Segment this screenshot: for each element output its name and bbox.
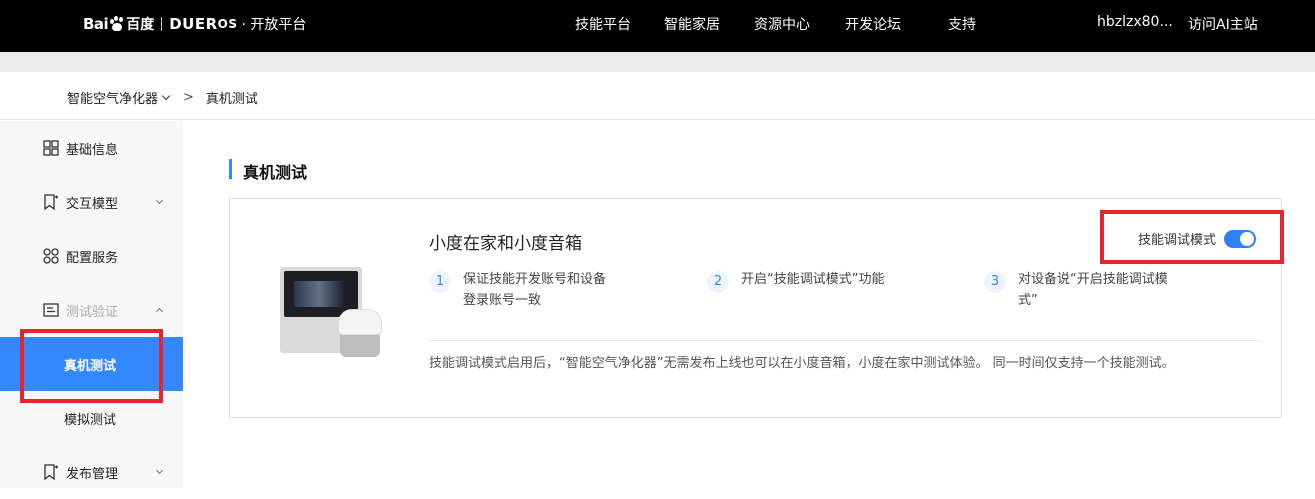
breadcrumb: 智能空气净化器 > 真机测试: [67, 88, 258, 107]
step-text: 保证技能开发账号和设备: [463, 272, 607, 287]
bookmark-icon: [44, 464, 58, 480]
header-spacer: [0, 52, 1315, 72]
device-illustration: [280, 267, 392, 359]
step-1: 1 保证技能开发账号和设备 登录账号一致: [429, 269, 689, 317]
chevron-up-icon: [155, 307, 164, 316]
smart-speaker-image: [338, 309, 382, 359]
step-text: 开启“技能调试模式”功能: [741, 272, 885, 287]
chevron-down-icon: [155, 196, 164, 205]
sidebar-item-label: 基础信息: [66, 142, 119, 158]
card-divider: [429, 340, 1262, 341]
breadcrumb-separator: >: [183, 90, 194, 105]
breadcrumb-project[interactable]: 智能空气净化器: [67, 88, 158, 107]
step-number: 2: [707, 271, 729, 293]
sidebar: 基础信息 交互模型 配置服务 测试验证 真机测试 模拟测试 发布管理: [0, 121, 183, 488]
page-title: 真机测试: [243, 163, 308, 182]
grid-icon: [43, 140, 59, 156]
sidebar-item-interaction-model[interactable]: 交互模型: [0, 175, 183, 229]
sidebar-item-label: 发布管理: [66, 466, 119, 482]
nav-support[interactable]: 支持: [948, 14, 976, 34]
logo-platform: · 开放平台: [241, 17, 307, 33]
step-text: 对设备说“开启技能调试模: [1018, 272, 1168, 287]
section-title-accent: [229, 159, 232, 179]
highlight-box-device-test: [20, 329, 163, 403]
step-number: 3: [984, 271, 1006, 293]
step-text: 登录账号一致: [463, 293, 542, 308]
sidebar-item-publish-management[interactable]: 发布管理: [0, 445, 183, 499]
logo-dueros-os: OS: [217, 17, 238, 31]
top-navigation-bar: Bai 百度 DUER OS · 开放平台 技能平台 智能家居 资源中心 开发论…: [0, 0, 1315, 52]
debug-mode-note: 技能调试模式启用后，“智能空气净化器”无需发布上线也可以在小度音箱，小度在家中测…: [429, 356, 1175, 371]
nav-resource-center[interactable]: 资源中心: [754, 14, 810, 34]
nav-dev-forum[interactable]: 开发论坛: [845, 14, 901, 34]
baidu-paw-icon: [109, 16, 125, 32]
nav-skill-platform[interactable]: 技能平台: [575, 14, 631, 34]
highlight-box-debug-toggle: [1100, 210, 1284, 264]
user-account[interactable]: hbzlzx80...: [1097, 14, 1173, 30]
step-number: 1: [429, 271, 451, 293]
step-3: 3 对设备说“开启技能调试模 式”: [984, 269, 1244, 317]
nav-smart-home[interactable]: 智能家居: [664, 14, 720, 34]
logo-baidu-cn: 百度: [126, 17, 155, 33]
bookmark-icon: [44, 194, 58, 210]
sidebar-item-config-services[interactable]: 配置服务: [0, 229, 183, 283]
dueros-logo[interactable]: Bai 百度 DUER OS · 开放平台: [83, 12, 306, 36]
sidebar-item-label: 交互模型: [66, 196, 119, 212]
sidebar-item-label: 测试验证: [66, 304, 119, 320]
logo-dueros: DUER: [169, 15, 218, 33]
step-2: 2 开启“技能调试模式”功能: [707, 269, 967, 317]
step-text: 式”: [1018, 293, 1038, 308]
chevron-down-icon: [155, 466, 164, 475]
logo-baidu-text: Bai: [83, 15, 109, 33]
logo-separator: [161, 17, 163, 31]
chevron-down-icon[interactable]: [161, 91, 171, 100]
breadcrumb-bar: 智能空气净化器 > 真机测试: [0, 72, 1315, 120]
sidebar-item-basic-info[interactable]: 基础信息: [0, 121, 183, 175]
sidebar-item-label: 模拟测试: [64, 412, 117, 428]
visit-ai-link[interactable]: 访问AI主站: [1188, 14, 1258, 34]
sidebar-item-label: 配置服务: [66, 250, 119, 266]
breadcrumb-current: 真机测试: [205, 92, 258, 107]
services-icon: [43, 248, 59, 264]
test-icon: [43, 303, 59, 317]
card-title: 小度在家和小度音箱: [429, 234, 582, 254]
